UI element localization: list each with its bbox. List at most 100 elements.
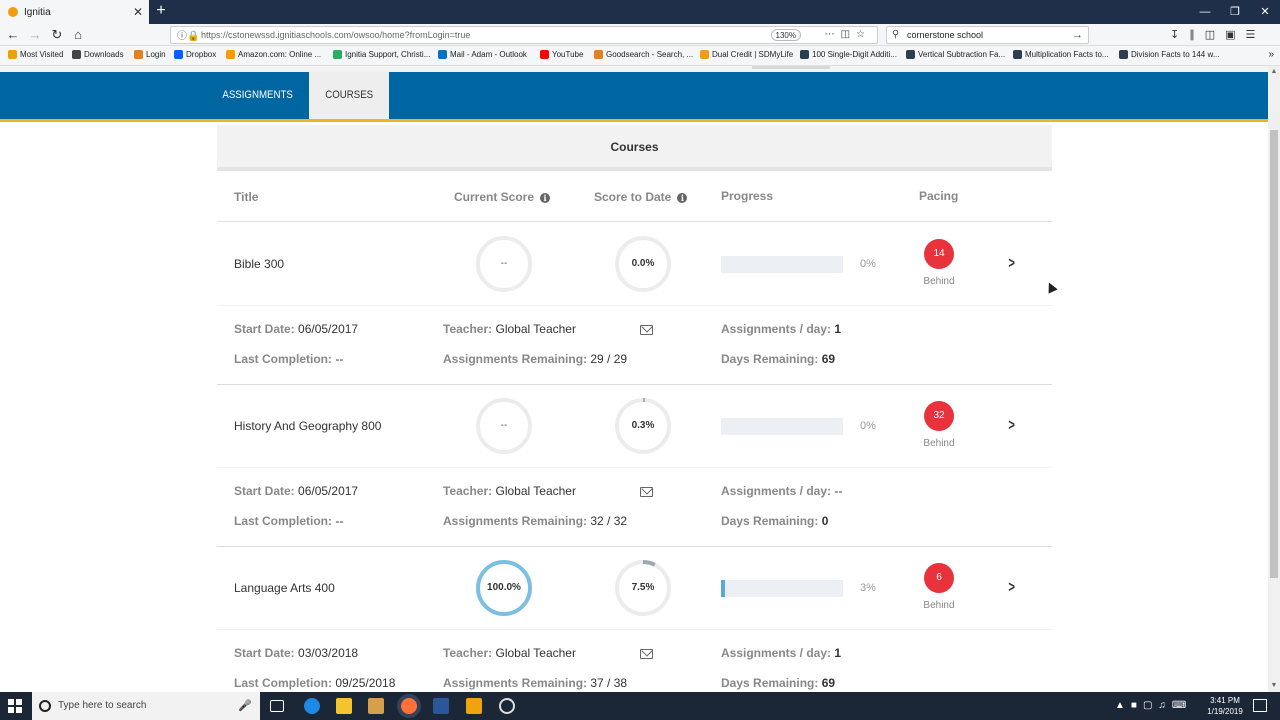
start-date: Start Date: 06/05/2017 (234, 322, 358, 336)
app-icon[interactable] (368, 698, 384, 714)
row-divider (217, 467, 1052, 468)
bookmark-item[interactable]: 100 Single-Digit Additi... (800, 50, 897, 59)
bookmarks-overflow-icon[interactable]: » (1268, 49, 1274, 60)
forward-icon[interactable]: → (27, 27, 43, 43)
back-icon[interactable]: ← (5, 27, 21, 43)
bookmark-item[interactable]: Vertical Subtraction Fa... (906, 50, 1005, 59)
start-date-label: Start Date: (234, 646, 295, 660)
progress-bar (721, 580, 843, 597)
bookmark-item[interactable]: Amazon.com: Online ... (226, 50, 321, 59)
info-icon[interactable]: i (540, 193, 551, 203)
tab-courses[interactable]: COURSES (309, 72, 389, 119)
progress-bar-fill (721, 580, 725, 597)
last-completion-value: -- (335, 352, 344, 366)
folder-icon[interactable] (466, 698, 482, 714)
system-tray-icons[interactable]: ▲■▢♫⌨ (1115, 700, 1192, 711)
last-completion-value: 09/25/2018 (335, 676, 396, 690)
days-remaining-label: Days Remaining: (721, 676, 819, 690)
minimize-icon[interactable]: — (1190, 0, 1220, 24)
bookmark-label: Login (146, 50, 166, 59)
bookmark-icon (174, 50, 183, 59)
assignments-per-day-label: Assignments / day: (721, 646, 832, 660)
page-actions-icon[interactable]: ⋯◫☆ (825, 27, 871, 43)
info-icon[interactable]: i (677, 193, 688, 203)
course-summary[interactable]: Bible 300 -- 0.0% 0% 14 Behind > (217, 223, 1052, 305)
last-completion-label: Last Completion: (234, 676, 332, 690)
score-to-date-ring: 7.5% (614, 559, 672, 617)
teacher-value: Global Teacher (495, 322, 576, 336)
column-current-score: Current Score i (454, 190, 551, 204)
days-remaining: Days Remaining: 0 (721, 514, 828, 528)
taskbar-search-input[interactable]: Type here to search 🎤 (32, 692, 260, 720)
bookmark-icon (540, 50, 549, 59)
taskbar-search-placeholder: Type here to search (58, 700, 147, 711)
assignments-per-day-value: 1 (834, 646, 842, 660)
drawer-handle[interactable] (752, 66, 830, 69)
ignitia-favicon-icon (8, 7, 18, 17)
bookmark-label: Ignitia Support, Christi... (345, 50, 431, 59)
days-remaining: Days Remaining: 69 (721, 352, 835, 366)
bookmark-icon (1013, 50, 1022, 59)
bookmark-item[interactable]: YouTube (540, 50, 583, 59)
mail-icon[interactable] (640, 325, 653, 335)
scroll-down-icon[interactable]: ▼ (1270, 682, 1278, 690)
bookmark-item[interactable]: Most Visited (8, 50, 63, 59)
window-close-icon[interactable]: ✕ (1250, 0, 1280, 24)
start-date: Start Date: 06/05/2017 (234, 484, 358, 498)
bookmark-item[interactable]: Division Facts to 144 w... (1119, 50, 1219, 59)
scrollbar-thumb[interactable] (1270, 130, 1278, 578)
bookmark-item[interactable]: Login (134, 50, 166, 59)
scroll-up-icon[interactable]: ▲ (1270, 68, 1278, 76)
bookmark-label: 100 Single-Digit Additi... (812, 50, 897, 59)
chevron-right-icon[interactable]: > (1008, 255, 1015, 273)
days-remaining-value: 0 (821, 514, 829, 528)
bookmark-label: Downloads (84, 50, 124, 59)
chevron-right-icon[interactable]: > (1008, 579, 1015, 597)
clock-app-icon[interactable] (499, 698, 515, 714)
search-go-icon[interactable]: → (1072, 27, 1083, 43)
close-tab-icon[interactable]: ✕ (133, 5, 143, 19)
course-summary[interactable]: History And Geography 800 -- 0.3% 0% 32 Behin… (217, 385, 1052, 467)
bookmark-item[interactable]: Dropbox (174, 50, 216, 59)
mail-icon[interactable] (640, 649, 653, 659)
bookmark-item[interactable]: Multiplication Facts to... (1013, 50, 1109, 59)
days-remaining-value: 69 (821, 676, 836, 690)
browser-tab[interactable]: Ignitia ✕ (0, 0, 149, 24)
task-view-icon[interactable] (270, 700, 284, 712)
zoom-level[interactable]: 130% (770, 29, 801, 41)
notifications-icon[interactable] (1253, 699, 1267, 712)
taskbar-clock[interactable]: 3:41 PM 1/19/2019 (1203, 695, 1247, 717)
bookmark-item[interactable]: Ignitia Support, Christi... (333, 50, 430, 59)
assignments-per-day: Assignments / day: 1 (721, 322, 841, 336)
new-tab-button[interactable]: + (152, 2, 170, 20)
mail-icon[interactable] (640, 487, 653, 497)
assignments-remaining-value: 37 / 38 (590, 676, 628, 690)
progress-percent: 0% (860, 258, 876, 270)
microphone-icon[interactable]: 🎤 (238, 692, 252, 720)
main-navigation: ASSIGNMENTS COURSES (0, 72, 1268, 122)
file-explorer-icon[interactable] (336, 698, 352, 714)
word-icon[interactable] (433, 698, 449, 714)
start-date-value: 06/05/2017 (298, 322, 359, 336)
windows-start-icon[interactable] (8, 699, 22, 713)
reload-icon[interactable]: ↻ (49, 27, 65, 43)
last-completion: Last Completion: -- (234, 514, 343, 528)
bookmark-item[interactable]: Mail - Adam - Outlook (438, 50, 527, 59)
bookmark-item[interactable]: Goodsearch - Search, ... (594, 50, 693, 59)
restore-icon[interactable]: ❐ (1220, 0, 1250, 24)
edge-icon[interactable] (304, 698, 320, 714)
course-summary[interactable]: Language Arts 400 100.0% 7.5% 3% 6 Behind > (217, 547, 1052, 629)
url-bar[interactable]: ⓘ🔒 https://cstonewssd.ignitiaschools.com… (170, 26, 878, 44)
bookmark-item[interactable]: Dual Credit | SDMyLife (700, 50, 793, 59)
tab-assignments[interactable]: ASSIGNMENTS (218, 72, 297, 119)
page-scrollbar[interactable]: ▲ ▼ (1268, 66, 1280, 692)
search-input[interactable]: ⚲ cornerstone school → (886, 26, 1089, 44)
home-icon[interactable]: ⌂ (70, 27, 86, 43)
bookmark-icon (700, 50, 709, 59)
chevron-right-icon[interactable]: > (1008, 417, 1015, 435)
bookmark-item[interactable]: Downloads (72, 50, 124, 59)
firefox-icon[interactable] (401, 698, 417, 714)
assignments-remaining: Assignments Remaining: 37 / 38 (443, 676, 627, 690)
toolbar-icons[interactable]: ↧∥◫▣☰ (1170, 28, 1265, 41)
teacher-label: Teacher: (443, 484, 493, 498)
